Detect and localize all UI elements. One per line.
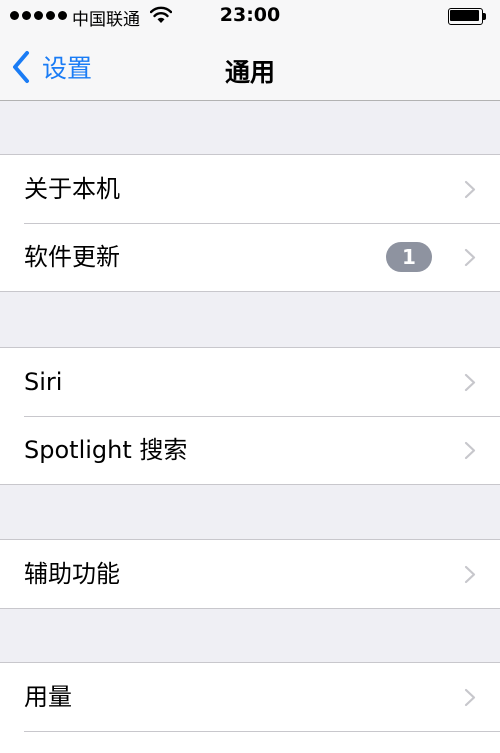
chevron-right-icon (464, 441, 476, 460)
row-label: Spotlight 搜索 (24, 436, 188, 464)
chevron-right-icon (464, 688, 476, 707)
chevron-right-icon (464, 565, 476, 584)
status-time: 23:00 (219, 4, 281, 26)
row-label: 关于本机 (24, 175, 120, 203)
row-software-update[interactable]: 软件更新 1 (0, 223, 500, 291)
settings-group-usage: 用量 (0, 662, 500, 753)
row-label: 用量 (24, 683, 72, 711)
row-spotlight-search[interactable]: Spotlight 搜索 (0, 416, 500, 484)
row-accessibility[interactable]: 辅助功能 (0, 540, 500, 608)
row-label: Siri (24, 368, 63, 396)
row-about-device[interactable]: 关于本机 (0, 155, 500, 223)
settings-group-accessibility: 辅助功能 (0, 539, 500, 609)
navigation-bar: 设置 通用 (0, 34, 500, 101)
update-count-badge: 1 (386, 242, 432, 272)
row-usage[interactable]: 用量 (0, 663, 500, 731)
settings-group-about: 关于本机 软件更新 1 (0, 154, 500, 292)
row-label: 软件更新 (24, 243, 120, 271)
row-label: 辅助功能 (24, 560, 120, 588)
chevron-right-icon (464, 248, 476, 267)
status-bar: 中国联通 23:00 (0, 0, 500, 34)
settings-group-search: Siri Spotlight 搜索 (0, 347, 500, 485)
chevron-right-icon (464, 180, 476, 199)
row-siri[interactable]: Siri (0, 348, 500, 416)
page-title: 通用 (224, 58, 275, 87)
battery-icon (448, 8, 486, 25)
chevron-right-icon (464, 373, 476, 392)
